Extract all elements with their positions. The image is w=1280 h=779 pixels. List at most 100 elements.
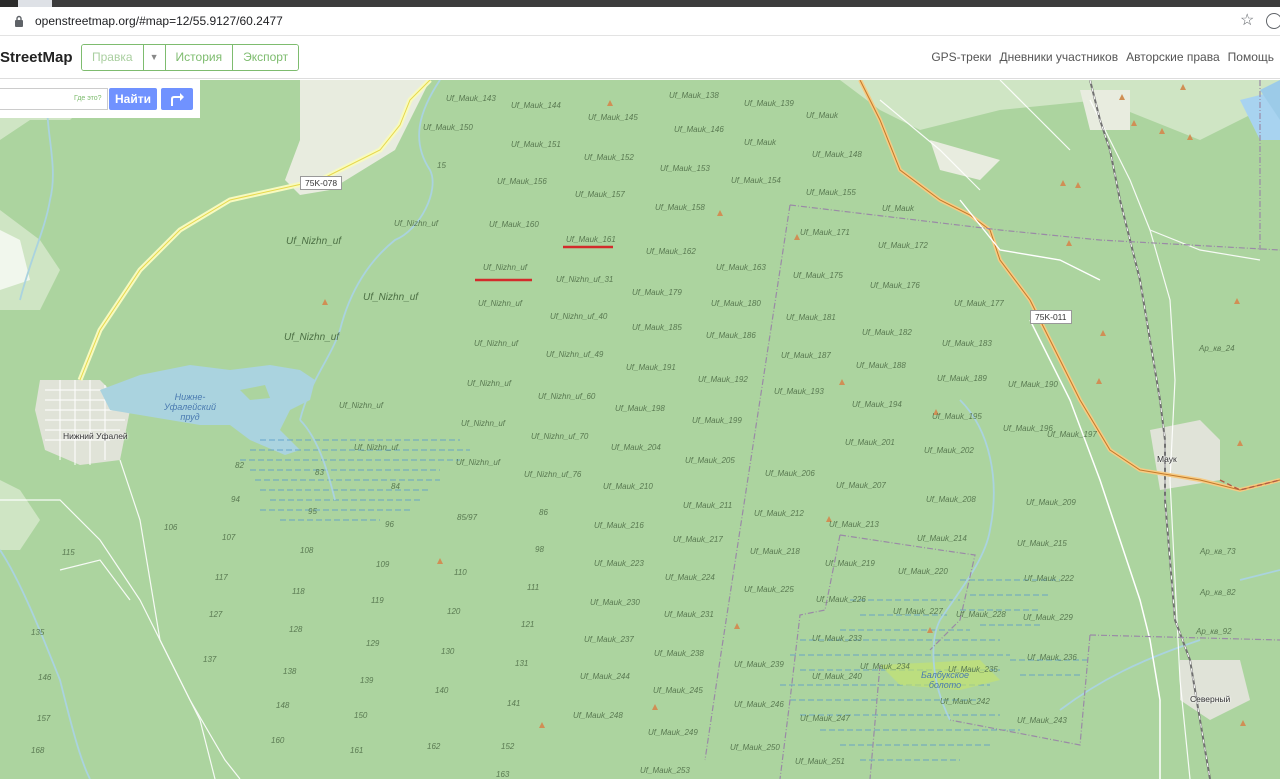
forest-quarter-label: Uf_Mauk_202 [924,446,974,455]
forest-quarter-label: Uf_Mauk_215 [1017,539,1067,548]
forest-quarter-label: Uf_Mauk_237 [584,635,634,644]
forest-quarter-label: Uf_Mauk_240 [812,672,862,681]
nav-help[interactable]: Помощь [1228,50,1274,64]
forest-area-label: Uf_Nizhn_uf [284,332,340,343]
quarter-number-label: 141 [507,699,521,708]
search-panel: Где это? Найти [0,80,200,118]
forest-quarter-label: Uf_Mauk_145 [588,113,638,122]
forest-quarter-label: Uf_Mauk_195 [932,412,982,421]
place-severny[interactable]: Северный [1190,694,1230,704]
quarter-number-label: 119 [371,596,384,605]
map-canvas[interactable]: 75K-078 75K-011 Нижний Уфалей Маук Север… [0,80,1280,779]
quarter-number-label: 86 [539,508,548,517]
forest-quarter-label: Uf_Mauk_245 [653,686,703,695]
forest-quarter-label: Ap_кв_92 [1196,627,1232,636]
export-button[interactable]: Экспорт [233,45,299,70]
forest-quarter-label: Uf_Mauk_192 [698,375,748,384]
quarter-number-label: 138 [283,667,297,676]
forest-quarter-label: Uf_Mauk_228 [956,610,1006,619]
chevron-down-icon[interactable]: ▼ [143,45,166,70]
site-logo[interactable]: StreetMap [0,49,73,66]
forest-quarter-label: Uf_Mauk_249 [648,728,698,737]
forest-quarter-label: Uf_Mauk_236 [1027,653,1077,662]
forest-quarter-label: Uf_Nizhn_uf_60 [538,392,596,401]
quarter-number-label: 160 [271,736,285,745]
forest-quarter-label: Uf_Mauk_231 [664,610,714,619]
forest-quarter-label: Uf_Mauk_161 [566,235,616,244]
forest-quarter-label: Uf_Mauk_212 [754,509,804,518]
forest-quarter-label: Uf_Mauk_243 [1017,716,1067,725]
quarter-number-label: 83 [315,468,324,477]
forest-quarter-label: Uf_Mauk_171 [800,228,850,237]
quarter-number-label: 150 [354,711,368,720]
quarter-number-label: 139 [360,676,374,685]
forest-quarter-label: Uf_Mauk_143 [446,94,496,103]
forest-quarter-label: Uf_Mauk_182 [862,328,912,337]
forest-quarter-label: Uf_Mauk_190 [1008,380,1058,389]
quarter-number-label: 85/97 [457,513,478,522]
quarter-number-label: 128 [289,625,303,634]
forest-quarter-label: Uf_Mauk_189 [937,374,987,383]
quarter-number-label: 110 [454,568,467,577]
nav-copyright[interactable]: Авторские права [1126,50,1220,64]
search-input[interactable]: Где это? [0,88,108,110]
forest-quarter-label: Uf_Mauk_223 [594,559,644,568]
edit-button-group: Правка ▼ История Экспорт [81,44,300,71]
forest-quarter-label: Uf_Mauk_224 [665,573,715,582]
bookmark-star-icon[interactable]: ☆ [1240,10,1254,30]
site-header: StreetMap Правка ▼ История Экспорт GPS-т… [0,36,1280,79]
forest-quarter-label: Uf_Mauk_194 [852,400,902,409]
forest-quarter-label: Uf_Mauk_156 [497,177,547,186]
quarter-number-label: 152 [501,742,515,751]
forest-quarter-label: Uf_Mauk_248 [573,711,623,720]
forest-quarter-label: Uf_Mauk_199 [692,416,742,425]
forest-quarter-label: Uf_Mauk_163 [716,263,766,272]
forest-quarter-label: Uf_Mauk_227 [893,607,943,616]
forest-quarter-label: Uf_Mauk_151 [511,140,561,149]
forest-quarter-label: Uf_Nizhn_uf [456,458,501,467]
forest-quarter-label: Uf_Mauk_181 [786,313,836,322]
directions-button[interactable] [161,88,193,110]
quarter-number-label: 82 [235,461,244,470]
browser-tab[interactable] [0,0,18,7]
forest-quarter-label: Uf_Mauk_153 [660,164,710,173]
forest-quarter-label: Uf_Mauk_250 [730,743,780,752]
forest-quarter-label: Uf_Mauk_216 [594,521,644,530]
address-bar[interactable]: openstreetmap.org/#map=12/55.9127/60.247… [0,7,1280,36]
quarter-number-label: 95 [308,507,317,516]
quarter-number-label: 118 [292,587,305,596]
globe-icon[interactable] [1266,13,1280,29]
forest-quarter-label: Uf_Mauk_172 [878,241,928,250]
forest-quarter-label: Uf_Nizhn_uf_31 [556,275,614,284]
forest-quarter-label: Uf_Mauk_239 [734,660,784,669]
forest-quarter-label: Uf_Nizhn_uf_70 [531,432,589,441]
browser-tab-bar [52,0,1280,7]
search-button[interactable]: Найти [109,88,157,110]
quarter-number-label: 106 [164,523,178,532]
nav-gps-traces[interactable]: GPS-треки [931,50,991,64]
road-shield-75k-078: 75K-078 [300,176,343,190]
road-shield-75k-011: 75K-011 [1030,310,1072,324]
nav-diaries[interactable]: Дневники участников [999,50,1118,64]
forest-quarter-label: Uf_Mauk_177 [954,299,1004,308]
pond-label: Нижне- Уфалейский пруд [163,392,217,422]
forest-quarter-label: Uf_Mauk_207 [836,481,886,490]
place-nizhny-ufaley[interactable]: Нижний Уфалей [63,431,128,441]
forest-quarter-label: Uf_Mauk_185 [632,323,682,332]
history-button[interactable]: История [165,45,234,70]
forest-quarter-label: Uf_Mauk_238 [654,649,704,658]
search-hint[interactable]: Где это? [74,95,102,102]
place-mauk[interactable]: Маук [1157,454,1177,464]
forest-quarter-label: Uf_Mauk_197 [1047,430,1097,439]
quarter-number-label: 98 [535,545,544,554]
forest-quarter-label: Uf_Mauk_183 [942,339,992,348]
quarter-number-label: 131 [515,659,529,668]
edit-button[interactable]: Правка [82,45,144,70]
forest-quarter-label: Uf_Mauk_251 [795,757,845,766]
quarter-number-label: 168 [31,746,45,755]
quarter-number-label: 96 [385,520,394,529]
forest-quarter-label: Uf_Mauk_213 [829,520,879,529]
url-text[interactable]: openstreetmap.org/#map=12/55.9127/60.247… [35,14,283,28]
forest-quarter-label: Uf_Mauk_230 [590,598,640,607]
forest-quarter-label: Uf_Mauk_144 [511,101,561,110]
